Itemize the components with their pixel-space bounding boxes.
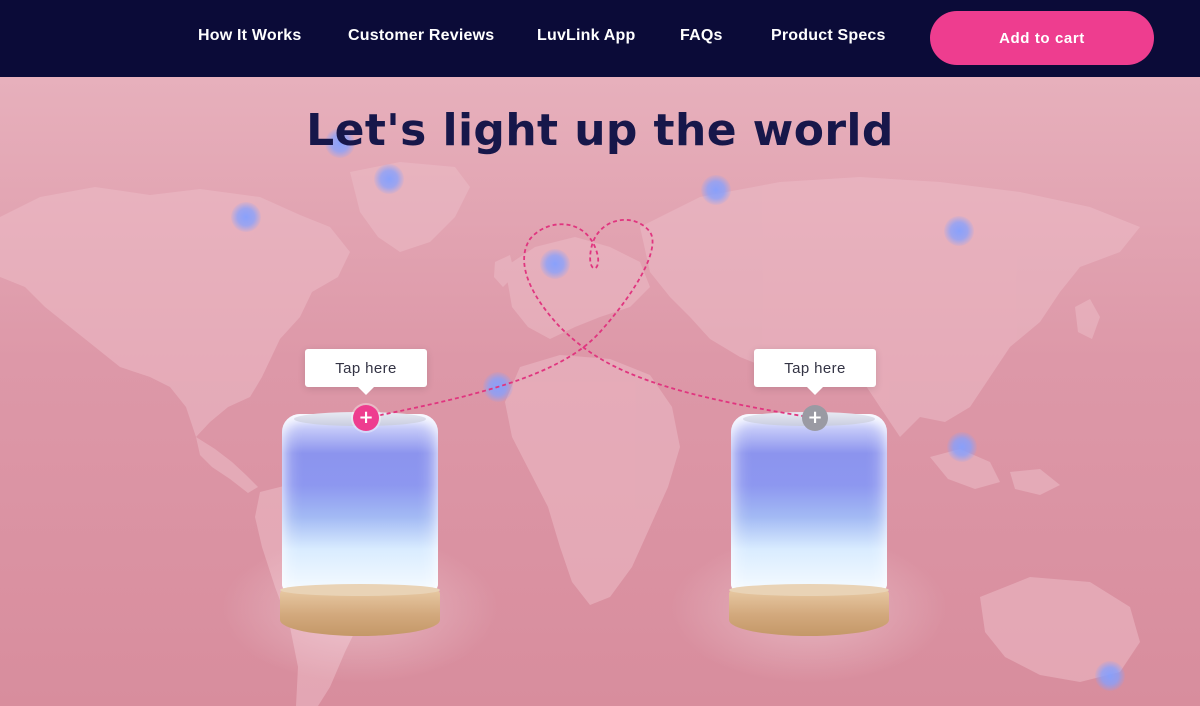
glow-dot <box>483 372 513 402</box>
lamp-wood-base <box>729 584 889 636</box>
lamp-wood-base <box>280 584 440 636</box>
nav-link-luvlink-app[interactable]: LuvLink App <box>537 27 636 49</box>
lamp-right <box>669 412 949 684</box>
glow-dot <box>947 432 977 462</box>
hero-section: Let's light up the world Tap here + Tap … <box>0 77 1200 706</box>
lamp-left <box>220 412 500 684</box>
glow-dot <box>231 202 261 232</box>
plus-icon[interactable]: + <box>802 405 828 431</box>
tap-here-tooltip-right: Tap here <box>754 349 876 395</box>
lamp-shade <box>731 414 887 592</box>
tap-here-tooltip-left: Tap here <box>305 349 427 395</box>
glow-dot <box>944 216 974 246</box>
nav-link-customer-reviews[interactable]: Customer Reviews <box>348 27 494 49</box>
add-to-cart-button[interactable]: Add to cart <box>930 11 1154 65</box>
nav-link-how-it-works[interactable]: How It Works <box>198 27 301 49</box>
glow-dot <box>701 175 731 205</box>
lamp-shade <box>282 414 438 592</box>
glow-dot <box>540 249 570 279</box>
top-navigation: How It Works Customer Reviews LuvLink Ap… <box>0 0 1200 77</box>
plus-icon[interactable]: + <box>353 405 379 431</box>
glow-dot <box>1095 661 1125 691</box>
nav-link-product-specs[interactable]: Product Specs <box>771 27 886 49</box>
world-map-graphic <box>0 162 1140 706</box>
glow-dot <box>374 164 404 194</box>
nav-link-faqs[interactable]: FAQs <box>680 27 723 49</box>
hero-headline: Let's light up the world <box>306 105 894 156</box>
